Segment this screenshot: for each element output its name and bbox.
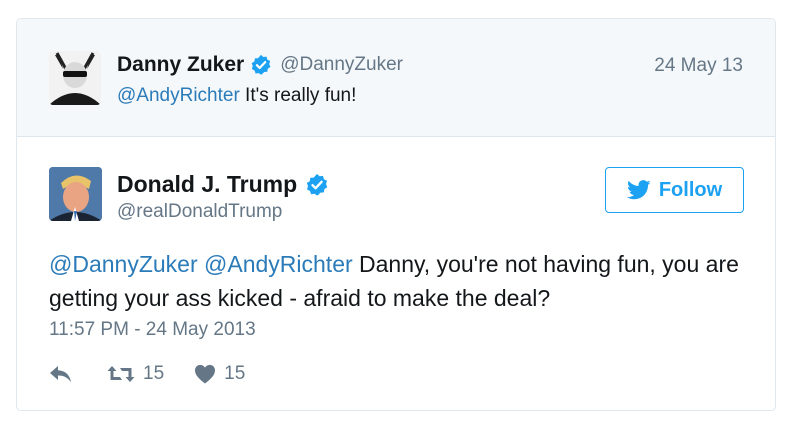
author-handle[interactable]: @realDonaldTrump <box>117 201 282 223</box>
like-count: 15 <box>224 363 246 384</box>
author-name[interactable]: Donald J. Trump <box>117 171 297 198</box>
reply-button[interactable] <box>49 365 73 383</box>
tweet-timestamp[interactable]: 11:57 PM - 24 May 2013 <box>49 319 256 341</box>
tweet-actions: 15 15 <box>49 363 245 385</box>
quoted-author-name[interactable]: Danny Zuker <box>117 53 244 77</box>
author-avatar[interactable] <box>49 167 102 221</box>
mention-link[interactable]: @AndyRichter <box>204 251 353 277</box>
twitter-bird-icon <box>626 180 651 200</box>
tweet-card: Danny Zuker @DannyZuker 24 May 13 @AndyR… <box>16 18 776 411</box>
retweet-button[interactable]: 15 <box>107 363 164 385</box>
mention-link[interactable]: @AndyRichter <box>117 85 240 106</box>
mention-link[interactable]: @DannyZuker <box>49 251 198 277</box>
heart-icon <box>195 364 216 384</box>
follow-button[interactable]: Follow <box>605 167 744 213</box>
like-button[interactable]: 15 <box>194 363 245 385</box>
retweet-count: 15 <box>143 363 165 384</box>
follow-button-label: Follow <box>658 178 723 201</box>
quoted-author-handle[interactable]: @DannyZuker <box>280 54 403 76</box>
tweet-text: @DannyZuker @AndyRichter Danny, you're n… <box>49 247 749 315</box>
verified-badge-icon <box>250 54 272 76</box>
verified-badge-icon <box>305 173 329 197</box>
retweet-icon <box>107 366 135 382</box>
reply-icon <box>50 366 71 382</box>
quoted-tweet[interactable]: Danny Zuker @DannyZuker 24 May 13 @AndyR… <box>17 19 775 137</box>
quoted-author-avatar[interactable] <box>49 51 101 105</box>
quoted-tweet-date[interactable]: 24 May 13 <box>654 55 743 77</box>
quoted-tweet-body: It's really fun! <box>239 85 357 106</box>
quoted-tweet-text: @AndyRichter It's really fun! <box>117 85 356 107</box>
